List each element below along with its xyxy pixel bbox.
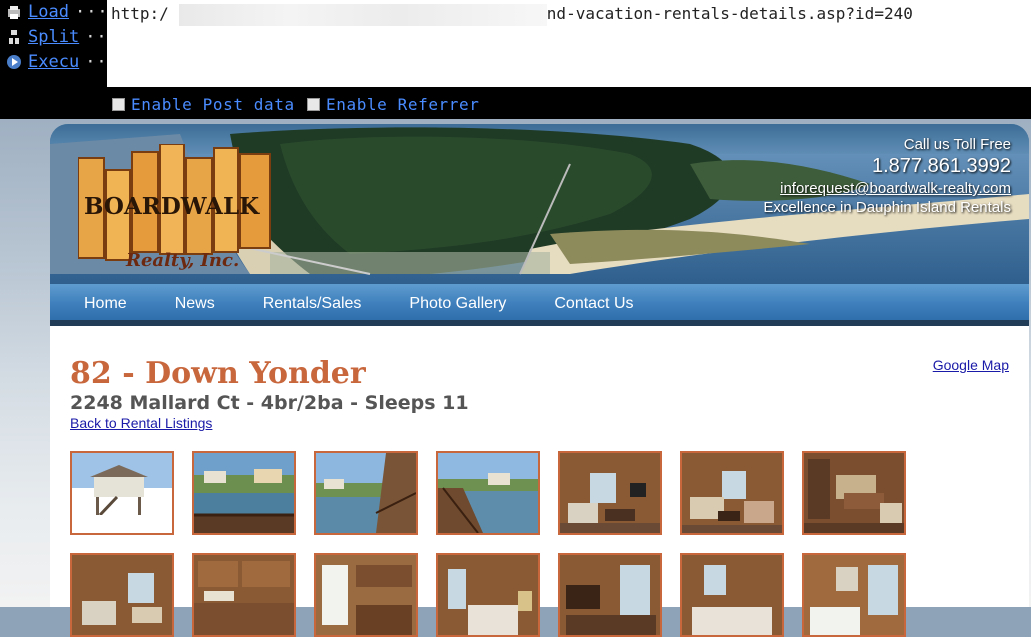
svg-text:BOARDWALK: BOARDWALK <box>84 193 260 220</box>
contact-info: Call us Toll Free 1.877.861.3992 inforeq… <box>763 136 1011 216</box>
split-url-label: Split <box>28 27 80 47</box>
photo-thumbnail[interactable] <box>802 451 906 535</box>
site-header-banner: BOARDWALK Realty, Inc. Call us Toll Free… <box>50 124 1029 324</box>
google-map-link[interactable]: Google Map <box>933 357 1009 373</box>
svg-text:Realty, Inc.: Realty, Inc. <box>125 250 239 271</box>
call-label: Call us Toll Free <box>903 136 1011 153</box>
photo-thumbnail[interactable] <box>802 553 906 637</box>
photo-thumbnail[interactable] <box>436 553 540 637</box>
photo-thumbnail[interactable] <box>70 451 174 535</box>
split-url-button[interactable]: Split ··· <box>6 25 119 49</box>
photo-thumbnail[interactable] <box>70 553 174 637</box>
photo-thumbnail[interactable] <box>680 553 784 637</box>
main-nav: Home News Rentals/Sales Photo Gallery Co… <box>50 284 1029 324</box>
nav-rentals-sales[interactable]: Rentals/Sales <box>263 295 362 313</box>
enable-post-label: Enable Post data <box>131 95 295 114</box>
photo-thumbnail[interactable] <box>314 553 418 637</box>
split-url-icon <box>6 29 22 45</box>
redacted-url-mask <box>179 4 547 26</box>
photo-thumbnail[interactable] <box>558 451 662 535</box>
execute-icon <box>6 54 22 70</box>
nav-news[interactable]: News <box>175 295 215 313</box>
checkbox-box[interactable] <box>307 98 320 111</box>
enable-referrer-checkbox[interactable]: Enable Referrer <box>307 95 480 114</box>
boardwalk-logo: BOARDWALK Realty, Inc. <box>78 144 271 271</box>
tagline: Excellence in Dauphin Island Rentals <box>763 199 1011 216</box>
photo-thumbnail[interactable] <box>558 553 662 637</box>
photo-thumbnail[interactable] <box>680 451 784 535</box>
photo-thumbnail[interactable] <box>192 451 296 535</box>
load-url-dots: ··· <box>74 2 109 22</box>
page-title: 82 - Down Yonder <box>70 356 366 391</box>
photo-thumbnail[interactable] <box>314 451 418 535</box>
nav-contact-us[interactable]: Contact Us <box>554 295 633 313</box>
nav-home[interactable]: Home <box>84 295 127 313</box>
photo-thumbnail[interactable] <box>192 553 296 637</box>
back-to-listings-link[interactable]: Back to Rental Listings <box>70 415 212 431</box>
phone-number: 1.877.861.3992 <box>871 155 1011 177</box>
listing-content: 82 - Down Yonder 2248 Mallard Ct - 4br/2… <box>50 326 1029 637</box>
photo-thumbnail[interactable] <box>436 451 540 535</box>
email-link[interactable]: inforequest@boardwalk-realty.com <box>763 180 1011 197</box>
nav-photo-gallery[interactable]: Photo Gallery <box>409 295 506 313</box>
url-textarea[interactable]: http:/nd-vacation-rentals-details.asp?id… <box>107 0 1031 87</box>
enable-post-checkbox[interactable]: Enable Post data <box>112 95 295 114</box>
hackbar-toolbar: Load ··· Split ··· Execu ··· http:/nd-va… <box>0 0 1031 119</box>
execute-label: Execu <box>28 52 80 72</box>
checkbox-box[interactable] <box>112 98 125 111</box>
load-url-label: Load <box>28 2 69 22</box>
enable-referrer-label: Enable Referrer <box>326 95 480 114</box>
load-url-icon <box>6 4 22 20</box>
listing-subtitle: 2248 Mallard Ct - 4br/2ba - Sleeps 11 <box>70 392 469 414</box>
load-url-button[interactable]: Load ··· <box>6 0 109 24</box>
execute-button[interactable]: Execu ··· <box>6 50 119 74</box>
